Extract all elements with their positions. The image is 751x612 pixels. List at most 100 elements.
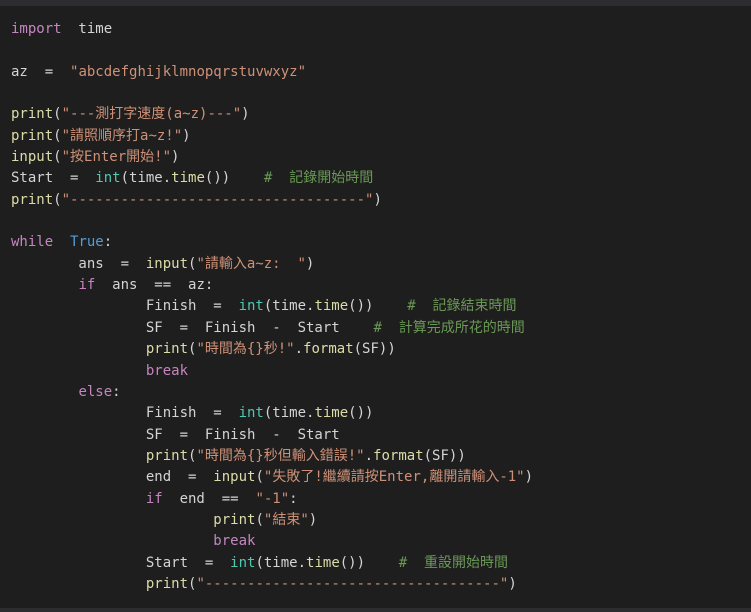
code-line[interactable]: SF = Finish - Start # 計算完成所花的時間 <box>11 318 533 339</box>
code-token: SF = Finish - Start <box>11 319 374 336</box>
string-token: "abcdefghijklmnopqrstuvwxyz" <box>70 63 307 80</box>
code-token: . <box>294 341 304 358</box>
code-token: : <box>112 383 121 400</box>
function-token: input <box>213 469 256 486</box>
code-token: ( <box>53 106 62 123</box>
string-token: "請照順序打a~z!" <box>61 127 183 144</box>
code-token: ) <box>305 255 315 272</box>
code-token: : <box>289 490 298 507</box>
code-editor[interactable]: import time az = "abcdefghijklmnopqrstuvw… <box>0 0 751 612</box>
keyword-token: import <box>11 21 62 37</box>
code-token: ) <box>524 469 534 486</box>
code-token: Finish = <box>11 405 239 422</box>
code-token: (time. <box>263 298 315 315</box>
keyword-token: while <box>11 234 54 251</box>
builtin-token: int <box>230 554 256 571</box>
code-token: ) <box>508 575 517 592</box>
code-token: end == <box>162 490 256 507</box>
string-token: "請輸入a~z: " <box>196 255 306 272</box>
code-line[interactable]: Start = int(time.time()) # 記錄開始時間 <box>11 168 533 189</box>
function-token: print <box>145 341 189 358</box>
function-token: time <box>306 554 340 571</box>
code-line[interactable]: break <box>11 361 533 382</box>
code-token: ( <box>53 191 62 208</box>
code-token: (time. <box>120 170 172 187</box>
code-line[interactable]: if end == "-1": <box>11 489 533 510</box>
code-token: : <box>103 234 113 251</box>
code-line[interactable]: if ans == az: <box>11 275 533 296</box>
keyword-token: break <box>213 533 256 550</box>
code-token: (SF)) <box>353 341 396 358</box>
code-line[interactable]: print("---測打字速度(a~z)---") <box>11 104 533 125</box>
comment-token: # 記錄結束時間 <box>407 298 517 315</box>
string-token: "-1" <box>255 490 290 507</box>
constant-token: True <box>70 234 104 251</box>
code-line[interactable]: print("---------------------------------… <box>11 574 533 595</box>
string-token: "時間為{}秒!" <box>196 341 295 358</box>
code-line[interactable]: break <box>11 531 533 552</box>
code-line[interactable] <box>11 211 533 232</box>
function-token: print <box>11 106 54 123</box>
code-token: SF = Finish - Start <box>11 426 340 443</box>
code-token: ()) <box>204 170 264 187</box>
function-token: time <box>171 170 205 187</box>
code-line[interactable]: print("時間為{}秒但輸入錯誤!".format(SF)) <box>11 446 533 467</box>
function-token: print <box>11 191 54 208</box>
code-line[interactable]: print("請照順序打a~z!") <box>11 126 533 147</box>
code-token: Finish = <box>11 298 239 315</box>
string-token: "時間為{}秒但輸入錯誤!" <box>196 447 365 464</box>
code-line[interactable] <box>11 83 533 104</box>
string-token: "結束" <box>263 511 309 528</box>
code-line[interactable]: Finish = int(time.time()) # 記錄結束時間 <box>11 296 533 317</box>
function-token: time <box>314 298 349 315</box>
code-line[interactable]: az = "abcdefghijklmnopqrstuvwxyz" <box>11 62 533 83</box>
code-token: ( <box>53 149 62 166</box>
code-line[interactable]: input("按Enter開始!") <box>11 147 533 168</box>
code-line[interactable]: else: <box>11 382 533 403</box>
code-line[interactable]: Start = int(time.time()) # 重設開始時間 <box>11 553 533 574</box>
code-line[interactable]: Finish = int(time.time()) <box>11 403 533 424</box>
function-token: print <box>11 127 54 144</box>
code-token: ( <box>255 511 264 528</box>
comment-token: # 重設開始時間 <box>398 554 509 571</box>
function-token: print <box>145 575 189 592</box>
code-line[interactable]: print("時間為{}秒!".format(SF)) <box>11 339 533 360</box>
code-token: . <box>364 447 374 464</box>
keyword-token: break <box>145 362 189 379</box>
code-line[interactable]: end = input("失敗了!繼續請按Enter,離開請輸入-1") <box>11 467 533 488</box>
keyword-token: if <box>145 490 163 507</box>
string-token: "按Enter開始!" <box>61 149 172 166</box>
code-token: (time. <box>255 554 307 571</box>
code-token: ) <box>241 106 250 123</box>
function-token: format <box>373 447 424 464</box>
code-line[interactable]: import time <box>11 19 533 40</box>
code-token: ( <box>53 127 62 144</box>
comment-token: # 記錄開始時間 <box>263 170 374 187</box>
function-token: input <box>11 149 54 166</box>
code-token: end = <box>11 469 214 486</box>
code-line[interactable]: print("---------------------------------… <box>11 190 533 211</box>
builtin-token: int <box>238 298 264 315</box>
code-line[interactable]: SF = Finish - Start <box>11 425 533 446</box>
code-area[interactable]: import time az = "abcdefghijklmnopqrstuvw… <box>11 19 533 595</box>
code-token: ()) <box>348 298 408 315</box>
code-line[interactable]: print("結束") <box>11 510 533 531</box>
code-line[interactable] <box>11 40 533 61</box>
comment-token: # 計算完成所花的時間 <box>373 319 525 336</box>
code-token: ) <box>171 149 180 166</box>
code-line[interactable]: ans = input("請輸入a~z: ") <box>11 254 533 275</box>
code-token: ans == az: <box>95 277 214 294</box>
code-token: time <box>61 21 113 37</box>
code-line[interactable]: while True: <box>11 232 533 253</box>
code-token: (time. <box>263 405 315 422</box>
function-token: time <box>314 405 349 422</box>
code-token: az = <box>11 63 71 80</box>
